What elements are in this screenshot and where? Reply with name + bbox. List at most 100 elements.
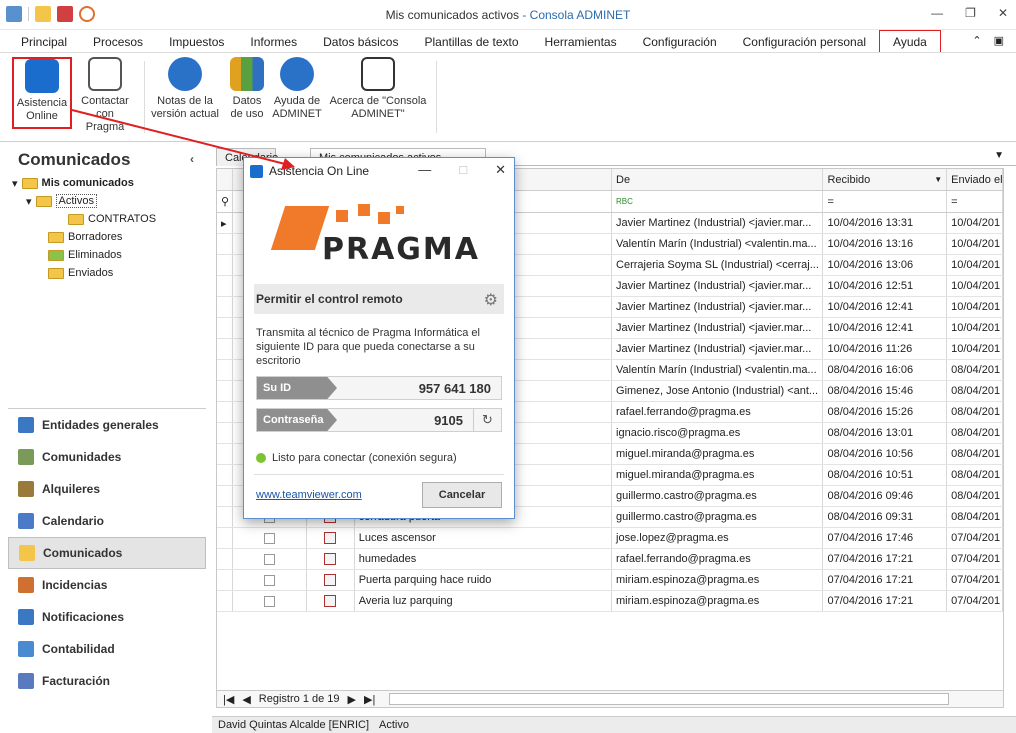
- tree-node-contratos[interactable]: CONTRATOS: [12, 210, 206, 228]
- ribbon-label: Acerca de "Consola ADMINET": [329, 95, 427, 120]
- row-de: miriam.espinoza@pragma.es: [612, 570, 824, 590]
- password-value[interactable]: 9105: [337, 409, 473, 431]
- row-indicator: [217, 297, 233, 317]
- nav-calendario[interactable]: Calendario: [8, 505, 206, 537]
- row-checkbox[interactable]: [263, 532, 275, 544]
- table-row[interactable]: Averia luz parquing miriam.espinoza@pragm…: [217, 591, 1003, 612]
- row-de: rafael.ferrando@pragma.es: [612, 549, 824, 569]
- header-label: Recibido: [827, 173, 871, 186]
- nav-incidencias[interactable]: Incidencias: [8, 569, 206, 601]
- gear-icon[interactable]: ⚙: [484, 290, 498, 310]
- nav-comunidades[interactable]: Comunidades: [8, 441, 206, 473]
- row-checkbox-cell[interactable]: [233, 549, 307, 569]
- menu-tab-config-personal[interactable]: Configuración personal: [730, 30, 879, 52]
- ribbon-acerca-button[interactable]: Acerca de "Consola ADMINET": [326, 57, 430, 121]
- refresh-icon[interactable]: ↻: [473, 409, 501, 431]
- menu-tab-ayuda[interactable]: Ayuda: [879, 30, 941, 52]
- nav-comunicados[interactable]: Comunicados: [8, 537, 206, 569]
- menu-tab-datos-basicos[interactable]: Datos básicos: [310, 30, 411, 52]
- ribbon-notas-button[interactable]: Notas de la versión actual: [150, 57, 220, 121]
- row-checkbox[interactable]: [263, 553, 275, 565]
- row-de: Javier Martinez (Industrial) <javier.mar…: [612, 339, 824, 359]
- grid-header-enviado[interactable]: Enviado el: [947, 169, 1003, 190]
- tree-node-activos[interactable]: ▾ Activos: [12, 192, 206, 210]
- row-de: miguel.miranda@pragma.es: [612, 444, 824, 464]
- row-recibido: 10/04/2016 13:31: [823, 213, 948, 233]
- id-field: Su ID 957 641 180: [256, 376, 502, 400]
- row-checkbox[interactable]: [263, 574, 275, 586]
- tree-node-eliminados[interactable]: Eliminados: [12, 246, 206, 264]
- close-icon[interactable]: ✕: [998, 6, 1008, 20]
- row-recibido: 07/04/2016 17:21: [823, 591, 948, 611]
- prev-record-icon[interactable]: ◀: [242, 693, 250, 706]
- menu-tab-herramientas[interactable]: Herramientas: [532, 30, 630, 52]
- nav-notificaciones[interactable]: Notificaciones: [8, 601, 206, 633]
- collapse-ribbon-icon[interactable]: ⌃: [972, 34, 981, 47]
- row-recibido: 07/04/2016 17:46: [823, 528, 948, 548]
- collapse-pane-icon[interactable]: ‹: [190, 152, 194, 166]
- ribbon-options-icon[interactable]: ▣: [994, 34, 1004, 47]
- table-row[interactable]: humedades rafael.ferrando@pragma.es 07/04/…: [217, 549, 1003, 570]
- dialog-minimize-icon[interactable]: —: [418, 162, 431, 178]
- cancel-button[interactable]: Cancelar: [422, 482, 502, 508]
- nav-alquileres[interactable]: Alquileres: [8, 473, 206, 505]
- minimize-icon[interactable]: —: [931, 6, 943, 20]
- restore-icon[interactable]: ❐: [965, 6, 976, 20]
- row-checkbox-cell[interactable]: [233, 570, 307, 590]
- row-checkbox-cell[interactable]: [233, 528, 307, 548]
- ribbon-contactar-button[interactable]: Contactar con Pragma: [76, 57, 134, 134]
- id-value[interactable]: 957 641 180: [337, 377, 501, 399]
- grid-header-recibido[interactable]: Recibido ▼: [823, 169, 948, 190]
- nav-entidades-generales[interactable]: Entidades generales: [8, 409, 206, 441]
- expand-icon[interactable]: ▾: [26, 195, 32, 208]
- row-checkbox-cell[interactable]: [233, 591, 307, 611]
- horizontal-scrollbar[interactable]: [389, 693, 950, 705]
- next-record-icon[interactable]: ▶: [348, 693, 356, 706]
- filter-cell-enviado[interactable]: =: [947, 191, 1003, 212]
- status-bar: David Quintas Alcalde [ENRIC] Activo: [212, 716, 1016, 733]
- row-checkbox[interactable]: [263, 595, 275, 607]
- menu-tab-configuracion[interactable]: Configuración: [630, 30, 730, 52]
- tabs-dropdown-icon[interactable]: ▼: [994, 150, 1004, 161]
- ribbon-label: Asistencia Online: [16, 97, 68, 122]
- dialog-close-icon[interactable]: ✕: [495, 162, 506, 178]
- menu-tab-informes[interactable]: Informes: [237, 30, 310, 52]
- ribbon-datos-uso-button[interactable]: Datos de uso: [226, 57, 268, 121]
- menu-tab-procesos[interactable]: Procesos: [80, 30, 156, 52]
- first-record-icon[interactable]: |◀: [223, 693, 234, 706]
- sent-icon: [48, 267, 64, 279]
- teamviewer-icon: [25, 59, 59, 93]
- nav-facturacion[interactable]: Facturación: [8, 665, 206, 697]
- text-filter-icon: RBC: [616, 197, 633, 206]
- nav-contabilidad[interactable]: Contabilidad: [8, 633, 206, 665]
- table-row[interactable]: Luces ascensor jose.lopez@pragma.es 07/04/…: [217, 528, 1003, 549]
- row-enviado: 10/04/201: [947, 297, 1003, 317]
- tree-node-label: Borradores: [68, 231, 123, 243]
- menu-tab-plantillas[interactable]: Plantillas de texto: [411, 30, 531, 52]
- expand-icon[interactable]: ▾: [12, 177, 18, 190]
- filter-icon[interactable]: ⚲: [217, 191, 233, 212]
- dialog-separator: [254, 474, 504, 475]
- last-record-icon[interactable]: ▶|: [364, 693, 375, 706]
- teamviewer-link[interactable]: www.teamviewer.com: [256, 489, 362, 501]
- row-indicator: [217, 318, 233, 338]
- note-icon: [324, 532, 337, 544]
- nav-label: Comunicados: [43, 546, 123, 560]
- grid-header-de[interactable]: De: [612, 169, 824, 190]
- ribbon-ayuda-adminet-button[interactable]: Ayuda de ADMINET: [270, 57, 324, 121]
- ribbon-asistencia-online-button[interactable]: Asistencia Online: [12, 57, 72, 129]
- pragma-logo: PRAGMA: [244, 184, 514, 284]
- tree-node-mis-comunicados[interactable]: ▾ Mis comunicados: [12, 174, 206, 192]
- row-recibido: 08/04/2016 10:51: [823, 465, 948, 485]
- table-row[interactable]: Puerta parquing hace ruido miriam.espinoz…: [217, 570, 1003, 591]
- row-recibido: 08/04/2016 15:46: [823, 381, 948, 401]
- filter-cell-recibido[interactable]: =: [823, 191, 948, 212]
- menu-tab-principal[interactable]: Principal: [8, 30, 80, 52]
- menu-tab-impuestos[interactable]: Impuestos: [156, 30, 237, 52]
- tree-node-enviados[interactable]: Enviados: [12, 264, 206, 282]
- dialog-maximize-icon[interactable]: □: [459, 162, 467, 178]
- key-icon: [18, 481, 34, 497]
- row-enviado: 08/04/201: [947, 423, 1003, 443]
- filter-cell-de[interactable]: RBC: [612, 191, 824, 212]
- tree-node-borradores[interactable]: Borradores: [12, 228, 206, 246]
